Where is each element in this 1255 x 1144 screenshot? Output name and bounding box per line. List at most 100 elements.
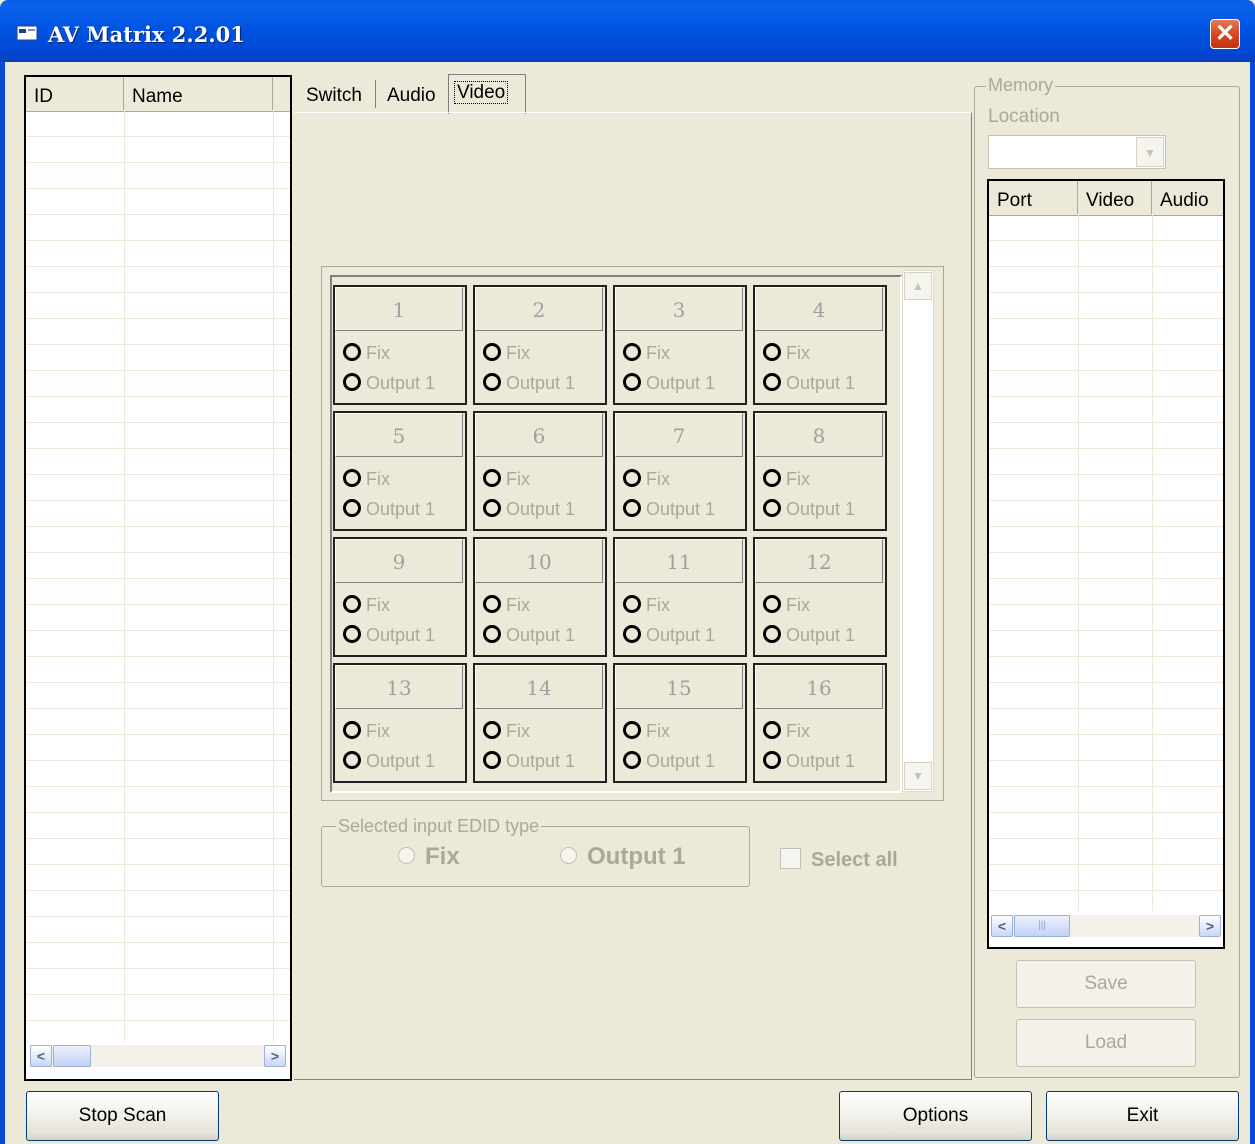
input-number-button[interactable]: 7 xyxy=(615,413,743,457)
radio-ring-icon xyxy=(623,343,641,361)
save-button[interactable]: Save xyxy=(1016,960,1196,1008)
input-number-button[interactable]: 6 xyxy=(475,413,603,457)
cell-radio-fix[interactable]: Fix xyxy=(343,469,390,493)
cell-radio-fix[interactable]: Fix xyxy=(483,721,530,745)
cell-radio-output-1[interactable]: Output 1 xyxy=(763,499,855,523)
device-list-hscrollbar[interactable]: < > xyxy=(30,1045,286,1067)
load-button[interactable]: Load xyxy=(1016,1019,1196,1067)
cell-radio-output-1[interactable]: Output 1 xyxy=(623,751,715,775)
cell-radio-fix[interactable]: Fix xyxy=(763,721,810,745)
scroll-right-button[interactable]: > xyxy=(1199,915,1221,937)
input-number-button[interactable]: 9 xyxy=(335,539,463,583)
radio-output-1[interactable]: Output 1 xyxy=(560,843,686,871)
port-list-rows[interactable] xyxy=(989,215,1223,911)
input-number-button[interactable]: 16 xyxy=(755,665,883,709)
scroll-left-button[interactable]: < xyxy=(991,915,1013,937)
column-divider xyxy=(1078,215,1079,911)
cell-radio-output-1[interactable]: Output 1 xyxy=(763,625,855,649)
radio-ring-icon xyxy=(623,469,641,487)
radio-ring-icon xyxy=(483,469,501,487)
options-button[interactable]: Options xyxy=(839,1091,1032,1141)
input-number-button[interactable]: 1 xyxy=(335,287,463,331)
cell-radio-output-1[interactable]: Output 1 xyxy=(343,625,435,649)
cell-radio-fix[interactable]: Fix xyxy=(623,721,670,745)
cell-radio-output-1[interactable]: Output 1 xyxy=(343,751,435,775)
device-list-rows[interactable] xyxy=(26,111,290,1043)
cell-radio-fix[interactable]: Fix xyxy=(343,595,390,619)
cell-radio-fix[interactable]: Fix xyxy=(623,469,670,493)
cell-radio-output-1[interactable]: Output 1 xyxy=(763,751,855,775)
cell-radio-fix[interactable]: Fix xyxy=(483,595,530,619)
tab-switch[interactable]: Switch xyxy=(300,78,368,112)
tab-audio[interactable]: Audio xyxy=(381,78,442,112)
location-dropdown[interactable]: ▼ xyxy=(988,135,1166,169)
title-bar[interactable]: AV Matrix 2.2.01 ✕ xyxy=(0,0,1255,62)
cell-radio-output-1[interactable]: Output 1 xyxy=(623,373,715,397)
scroll-thumb[interactable] xyxy=(53,1045,91,1067)
device-list[interactable]: ID Name < > xyxy=(24,75,292,1081)
tab-video[interactable]: Video xyxy=(448,74,526,114)
cell-radio-label: Fix xyxy=(366,595,390,615)
input-number-button[interactable]: 8 xyxy=(755,413,883,457)
input-number-button[interactable]: 14 xyxy=(475,665,603,709)
cell-radio-fix[interactable]: Fix xyxy=(763,343,810,367)
input-number-button[interactable]: 15 xyxy=(615,665,743,709)
close-button[interactable]: ✕ xyxy=(1210,19,1240,49)
input-number-button[interactable]: 2 xyxy=(475,287,603,331)
cell-radio-output-1[interactable]: Output 1 xyxy=(483,751,575,775)
cell-radio-label: Fix xyxy=(786,595,810,615)
cell-radio-label: Output 1 xyxy=(506,625,576,645)
cell-radio-output-1[interactable]: Output 1 xyxy=(343,373,435,397)
radio-circle xyxy=(560,847,577,864)
radio-ring-icon xyxy=(763,625,781,643)
cell-radio-output-1[interactable]: Output 1 xyxy=(623,625,715,649)
scroll-down-button[interactable]: ▼ xyxy=(904,762,932,790)
cell-radio-output-1[interactable]: Output 1 xyxy=(763,373,855,397)
scroll-thumb[interactable]: ||| xyxy=(1014,915,1070,937)
cell-radio-label: Fix xyxy=(506,469,530,489)
select-all-checkbox[interactable]: Select all xyxy=(780,848,898,872)
dropdown-button[interactable]: ▼ xyxy=(1136,137,1164,167)
cell-radio-output-1[interactable]: Output 1 xyxy=(343,499,435,523)
radio-ring-icon xyxy=(343,499,361,517)
cell-radio-fix[interactable]: Fix xyxy=(623,595,670,619)
port-list-hscrollbar[interactable]: < ||| > xyxy=(991,915,1221,937)
scroll-left-button[interactable]: < xyxy=(30,1045,52,1067)
cell-radio-output-1[interactable]: Output 1 xyxy=(623,499,715,523)
exit-button[interactable]: Exit xyxy=(1046,1091,1239,1141)
column-header-video[interactable]: Video xyxy=(1078,181,1152,214)
cell-radio-label: Fix xyxy=(646,721,670,741)
radio-fix[interactable]: Fix xyxy=(398,843,460,871)
chevron-up-icon: ▲ xyxy=(912,279,924,293)
cell-radio-fix[interactable]: Fix xyxy=(343,721,390,745)
cell-radio-fix[interactable]: Fix xyxy=(483,343,530,367)
column-header-id[interactable]: ID xyxy=(26,77,124,110)
cell-radio-fix[interactable]: Fix xyxy=(343,343,390,367)
matrix-vscrollbar[interactable]: ▲ ▼ xyxy=(902,270,934,792)
column-header-port[interactable]: Port xyxy=(989,181,1078,214)
cell-radio-fix[interactable]: Fix xyxy=(763,595,810,619)
input-number-button[interactable]: 13 xyxy=(335,665,463,709)
stop-scan-button[interactable]: Stop Scan xyxy=(26,1091,219,1141)
cell-radio-fix[interactable]: Fix xyxy=(763,469,810,493)
cell-radio-fix[interactable]: Fix xyxy=(483,469,530,493)
cell-radio-output-1[interactable]: Output 1 xyxy=(483,499,575,523)
radio-ring-icon xyxy=(343,469,361,487)
input-number-button[interactable]: 5 xyxy=(335,413,463,457)
window-title: AV Matrix 2.2.01 xyxy=(48,22,245,47)
cell-radio-fix[interactable]: Fix xyxy=(623,343,670,367)
cell-radio-output-1[interactable]: Output 1 xyxy=(483,625,575,649)
input-number-button[interactable]: 10 xyxy=(475,539,603,583)
input-number-button[interactable]: 11 xyxy=(615,539,743,583)
column-header-name[interactable]: Name xyxy=(124,77,273,110)
column-header-audio[interactable]: Audio xyxy=(1152,181,1223,214)
scroll-up-button[interactable]: ▲ xyxy=(904,272,932,300)
scroll-right-button[interactable]: > xyxy=(264,1045,286,1067)
checkbox-box xyxy=(780,848,801,869)
cell-radio-output-1[interactable]: Output 1 xyxy=(483,373,575,397)
input-number-button[interactable]: 4 xyxy=(755,287,883,331)
radio-fix-label: Fix xyxy=(425,843,460,870)
port-list[interactable]: Port Video Audio < ||| > xyxy=(987,179,1225,949)
input-number-button[interactable]: 12 xyxy=(755,539,883,583)
input-number-button[interactable]: 3 xyxy=(615,287,743,331)
